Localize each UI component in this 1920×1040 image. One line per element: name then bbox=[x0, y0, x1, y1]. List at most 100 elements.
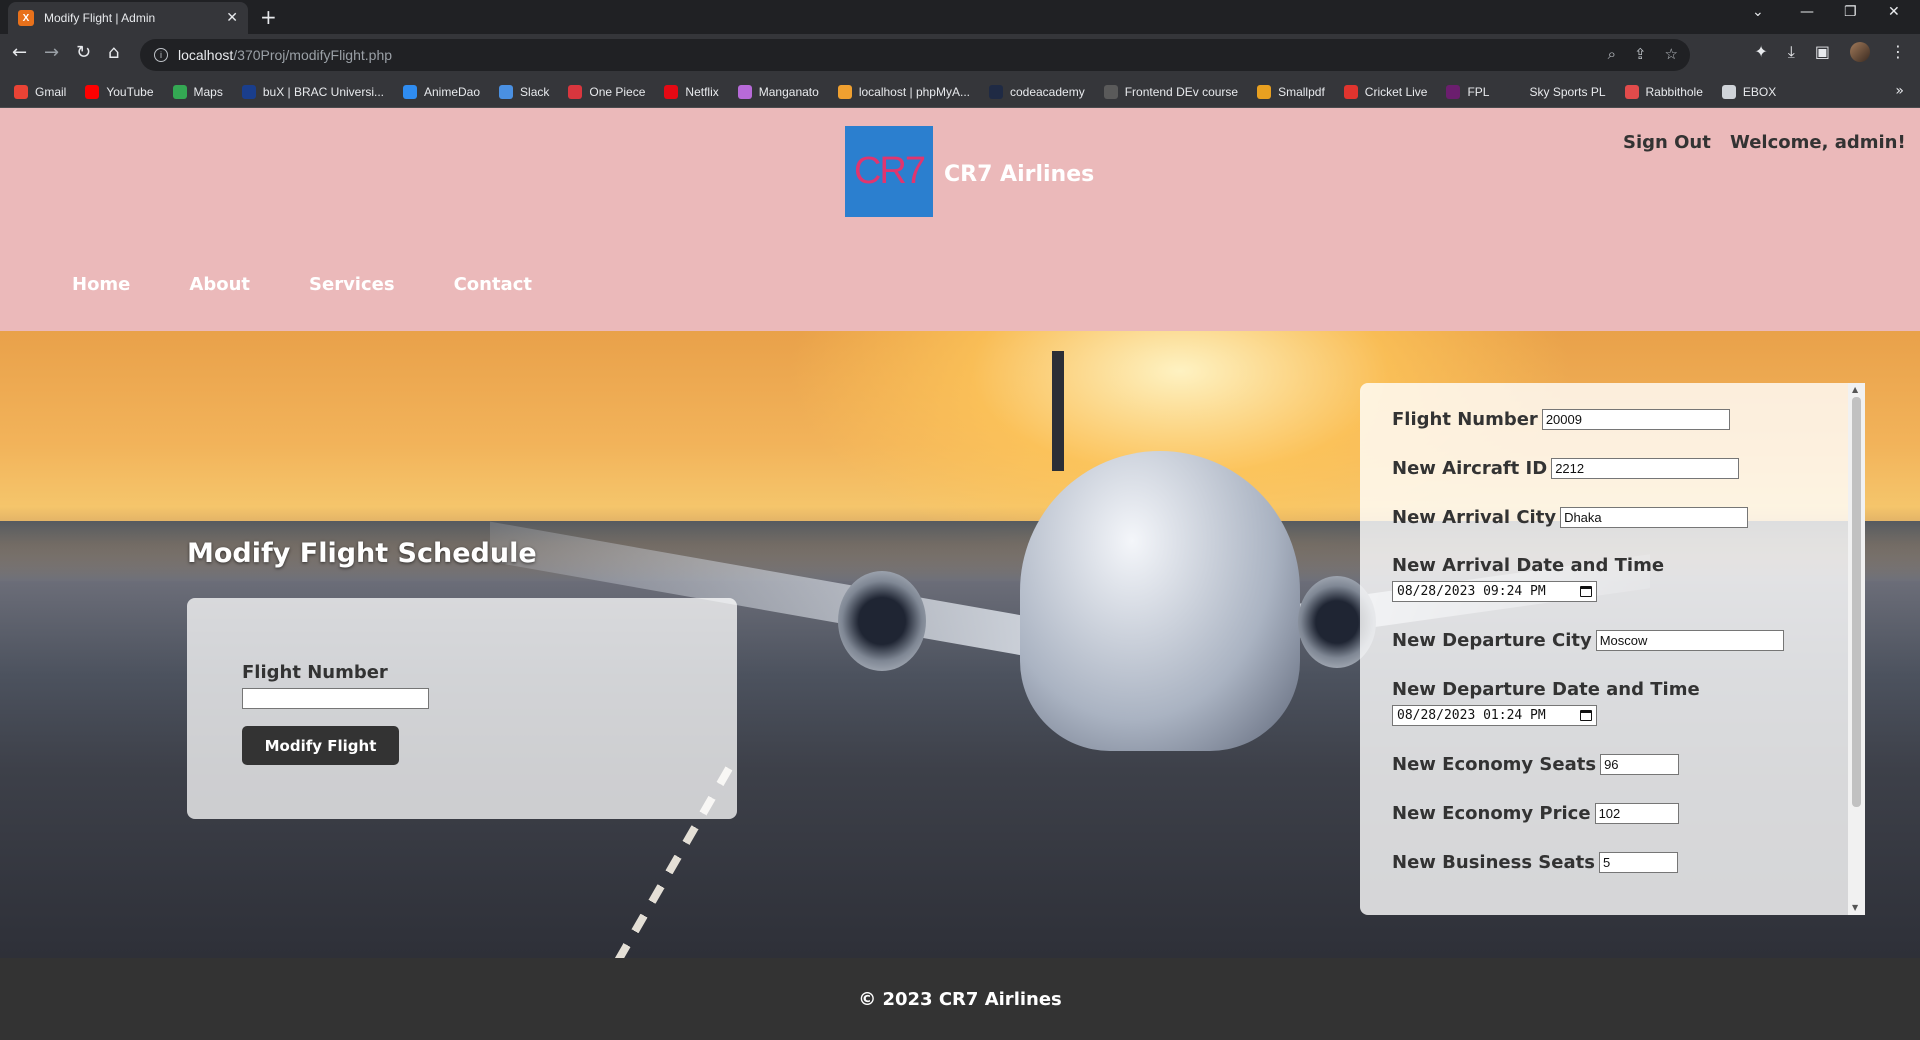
airplane-image bbox=[1020, 451, 1300, 751]
address-bar[interactable]: i localhost/370Proj/modifyFlight.php ⌕ ⇪… bbox=[140, 39, 1690, 71]
sign-out-link[interactable]: Sign Out bbox=[1623, 132, 1711, 153]
bookmark-item[interactable]: Slack bbox=[499, 84, 549, 99]
menu-icon[interactable]: ⋮ bbox=[1890, 42, 1906, 62]
nav-contact[interactable]: Contact bbox=[454, 274, 532, 295]
download-icon[interactable]: ⤓ bbox=[1788, 42, 1795, 62]
bookmark-item[interactable]: Maps bbox=[172, 84, 223, 99]
arrival-datetime-field[interactable]: 08/28/2023 09:24 PM bbox=[1392, 581, 1597, 602]
calendar-icon[interactable] bbox=[1580, 710, 1592, 721]
bookmark-label: Cricket Live bbox=[1364, 84, 1428, 99]
chevron-down-icon[interactable]: ⌄ bbox=[1752, 4, 1764, 20]
bookmark-label: Rabbithole bbox=[1645, 84, 1703, 99]
scroll-thumb[interactable] bbox=[1852, 397, 1861, 807]
bookmark-item[interactable]: Smallpdf bbox=[1257, 84, 1325, 99]
bookmark-item[interactable]: Manganato bbox=[737, 84, 819, 99]
info-icon[interactable]: i bbox=[154, 48, 168, 62]
bookmark-item[interactable]: YouTube bbox=[85, 84, 154, 99]
bookmark-item[interactable]: EBOX bbox=[1721, 84, 1777, 99]
bookmark-favicon-icon bbox=[1103, 84, 1118, 99]
bookmark-favicon-icon bbox=[1446, 84, 1461, 99]
main-nav: Home About Services Contact bbox=[72, 274, 591, 295]
arrival-city-field[interactable] bbox=[1560, 507, 1749, 528]
more-bookmarks-icon[interactable]: » bbox=[1895, 83, 1904, 99]
tab-title: Modify Flight | Admin bbox=[44, 11, 156, 25]
flight-number-input[interactable] bbox=[242, 688, 429, 709]
browser-tab[interactable]: X Modify Flight | Admin ✕ bbox=[8, 2, 248, 34]
share-icon[interactable]: ⇪ bbox=[1634, 45, 1647, 63]
bookmark-item[interactable]: FPL bbox=[1446, 84, 1490, 99]
extensions-icon[interactable]: ✦ bbox=[1754, 42, 1767, 62]
bookmark-item[interactable]: One Piece bbox=[568, 84, 646, 99]
bookmark-favicon-icon bbox=[403, 84, 417, 99]
nav-home[interactable]: Home bbox=[72, 274, 130, 295]
bookmark-label: codeacademy bbox=[1009, 84, 1085, 99]
aircraft-id-label: New Aircraft ID bbox=[1392, 458, 1548, 479]
browser-tabstrip: X Modify Flight | Admin ✕ + ⌄ — ❐ ✕ bbox=[0, 0, 1920, 34]
bookmark-item[interactable]: Gmail bbox=[14, 84, 66, 99]
bookmark-label: buX | BRAC Universi... bbox=[262, 84, 384, 99]
form-scrollbar[interactable]: ▲ ▼ bbox=[1848, 383, 1865, 915]
nav-services[interactable]: Services bbox=[309, 274, 395, 295]
bookmark-favicon-icon bbox=[1257, 84, 1272, 99]
form-row: New Aircraft ID bbox=[1392, 458, 1740, 479]
aircraft-id-field[interactable] bbox=[1551, 458, 1740, 479]
modify-flight-button[interactable]: Modify Flight bbox=[242, 726, 399, 765]
bookmark-item[interactable]: codeacademy bbox=[988, 84, 1085, 99]
close-icon[interactable]: ✕ bbox=[226, 10, 238, 26]
flight-number-field[interactable] bbox=[1541, 409, 1730, 430]
side-panel-icon[interactable]: ▣ bbox=[1815, 42, 1830, 62]
bookmark-favicon-icon bbox=[988, 84, 1003, 99]
back-icon[interactable]: ← bbox=[12, 42, 27, 63]
bookmark-label: Maps bbox=[193, 84, 223, 99]
bookmark-label: Netflix bbox=[685, 84, 719, 99]
departure-datetime-field[interactable]: 08/28/2023 01:24 PM bbox=[1392, 705, 1597, 726]
economy-price-label: New Economy Price bbox=[1392, 803, 1591, 824]
bookmark-favicon-icon bbox=[1721, 84, 1736, 99]
window-close-icon[interactable]: ✕ bbox=[1888, 4, 1900, 20]
zoom-icon[interactable]: ⌕ bbox=[1608, 45, 1616, 63]
restore-icon[interactable]: ❐ bbox=[1844, 4, 1857, 20]
bookmark-item[interactable]: AnimeDao bbox=[403, 84, 480, 99]
business-seats-field[interactable] bbox=[1598, 852, 1678, 873]
xampp-icon: X bbox=[18, 10, 34, 26]
economy-seats-field[interactable] bbox=[1600, 754, 1680, 775]
bookmark-item[interactable]: Rabbithole bbox=[1624, 84, 1703, 99]
bookmark-item[interactable]: buX | BRAC Universi... bbox=[241, 84, 384, 99]
bookmark-label: One Piece bbox=[589, 84, 646, 99]
scroll-down-icon[interactable]: ▼ bbox=[1852, 903, 1858, 912]
form-row: New Arrival City bbox=[1392, 507, 1749, 528]
departure-city-field[interactable] bbox=[1595, 630, 1784, 651]
bookmark-label: Frontend DEv course bbox=[1124, 84, 1239, 99]
url-host: localhost bbox=[178, 47, 234, 63]
bookmark-item[interactable]: Netflix bbox=[664, 84, 719, 99]
bookmark-favicon-icon bbox=[1624, 84, 1639, 99]
logo[interactable]: CR7 bbox=[845, 126, 933, 217]
bookmark-item[interactable]: Sky Sports PL bbox=[1508, 84, 1606, 99]
new-tab-icon[interactable]: + bbox=[260, 5, 277, 29]
bookmark-item[interactable]: localhost | phpMyA... bbox=[837, 84, 970, 99]
minimize-icon[interactable]: — bbox=[1800, 4, 1814, 20]
home-icon[interactable]: ⌂ bbox=[108, 42, 119, 63]
calendar-icon[interactable] bbox=[1580, 586, 1592, 597]
bookmark-label: EBOX bbox=[1742, 84, 1777, 99]
browser-toolbar: ← → ↻ ⌂ i localhost/370Proj/modifyFlight… bbox=[0, 34, 1920, 76]
bookmark-label: Smallpdf bbox=[1278, 84, 1325, 99]
nav-about[interactable]: About bbox=[189, 274, 250, 295]
bookmark-favicon-icon bbox=[664, 84, 679, 99]
reload-icon[interactable]: ↻ bbox=[76, 42, 91, 63]
form-row: New Business Seats bbox=[1392, 852, 1678, 873]
page-title: Modify Flight Schedule bbox=[187, 538, 537, 569]
economy-price-field[interactable] bbox=[1594, 803, 1679, 824]
scroll-up-icon[interactable]: ▲ bbox=[1852, 385, 1858, 394]
bookmark-label: FPL bbox=[1467, 84, 1490, 99]
avatar[interactable] bbox=[1850, 42, 1870, 62]
forward-icon[interactable]: → bbox=[44, 42, 59, 63]
departure-datetime-label: New Departure Date and Time bbox=[1392, 679, 1700, 700]
brand-name: CR7 Airlines bbox=[944, 162, 1095, 187]
site-header: CR7 CR7 Airlines Sign Out Welcome, admin… bbox=[0, 108, 1920, 331]
form-row: Flight Number bbox=[1392, 409, 1730, 430]
bookmark-item[interactable]: Cricket Live bbox=[1343, 84, 1428, 99]
bookmark-item[interactable]: Frontend DEv course bbox=[1103, 84, 1239, 99]
star-icon[interactable]: ☆ bbox=[1665, 45, 1678, 63]
bookmark-label: Sky Sports PL bbox=[1529, 84, 1606, 99]
